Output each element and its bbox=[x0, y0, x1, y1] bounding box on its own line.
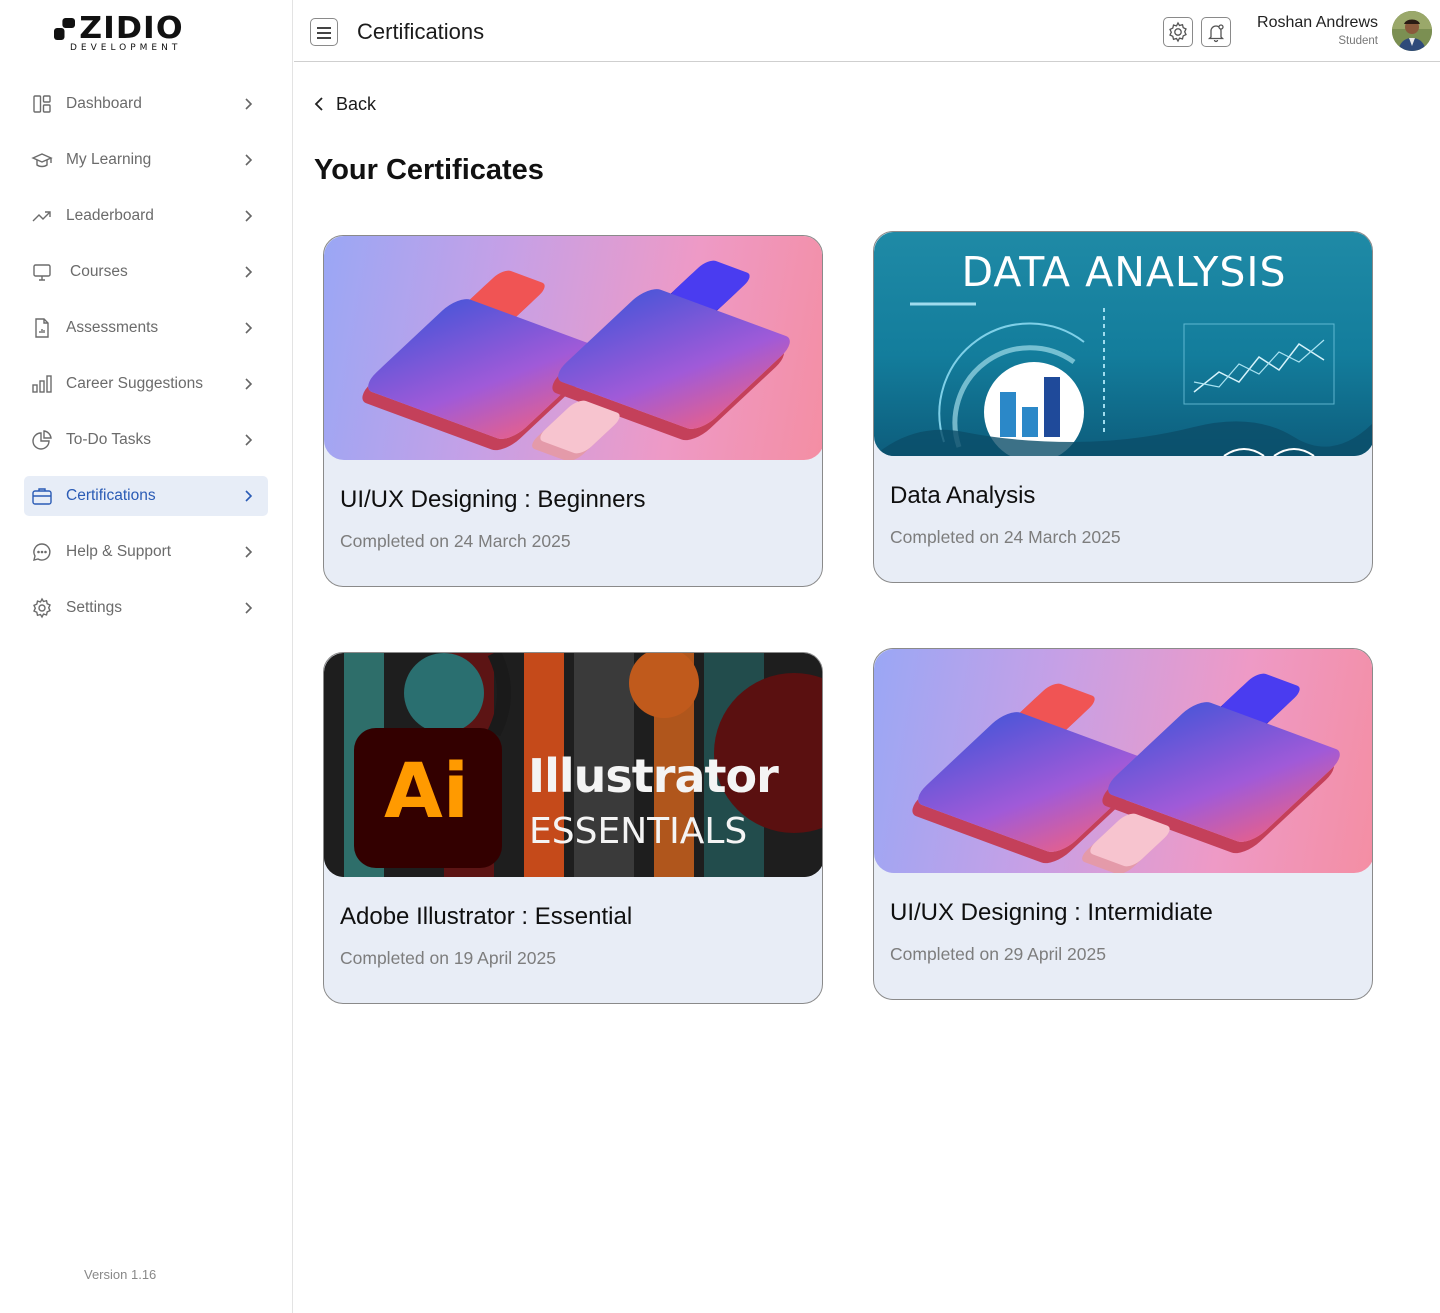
chevron-left-icon bbox=[314, 97, 323, 111]
sidebar-item-label: Dashboard bbox=[66, 95, 142, 112]
certificate-card[interactable]: DATA ANALYSIS Data Analysis Completed on… bbox=[873, 231, 1373, 583]
sidebar-item-leaderboard[interactable]: Leaderboard bbox=[24, 196, 268, 236]
certificate-completed-date: Completed on 24 March 2025 bbox=[890, 527, 1121, 547]
certificate-completed-date: Completed on 19 April 2025 bbox=[340, 948, 556, 968]
sidebar-item-label: My Learning bbox=[66, 151, 152, 168]
section-title: Your Certificates bbox=[314, 154, 544, 186]
logo-text: ZIDIO bbox=[79, 11, 184, 46]
certificate-card[interactable]: Ai Illustrator ESSENTIALS Adobe Illustra… bbox=[323, 652, 823, 1004]
thumbnail-title-text: Illustrator bbox=[528, 749, 779, 803]
logo-subtext: DEVELOPMENT bbox=[70, 43, 182, 53]
trending-up-icon bbox=[32, 211, 51, 222]
certificate-completed-date: Completed on 24 March 2025 bbox=[340, 531, 571, 551]
certificate-completed-date: Completed on 29 April 2025 bbox=[890, 944, 1106, 964]
top-header: Certifications Roshan Andrews Student bbox=[294, 0, 1440, 62]
certificate-thumbnail bbox=[874, 649, 1372, 873]
chevron-right-icon bbox=[245, 378, 253, 390]
document-chart-icon bbox=[35, 318, 49, 338]
certificate-thumbnail: Ai Illustrator ESSENTIALS bbox=[324, 653, 822, 877]
pie-chart-icon bbox=[32, 430, 52, 450]
certificate-thumbnail bbox=[324, 236, 822, 460]
sidebar-item-my-learning[interactable]: My Learning bbox=[24, 140, 268, 180]
graduation-cap-icon bbox=[31, 153, 53, 168]
certificate-title: UI/UX Designing : Beginners bbox=[340, 486, 646, 513]
illustrator-logo-text: Ai bbox=[384, 746, 469, 835]
certificate-title: Data Analysis bbox=[890, 482, 1036, 509]
thumbnail-subtitle-text: ESSENTIALS bbox=[529, 811, 748, 852]
avatar[interactable] bbox=[1392, 11, 1432, 51]
chevron-right-icon bbox=[245, 154, 253, 166]
settings-button[interactable] bbox=[1163, 17, 1193, 47]
chat-bubble-icon bbox=[33, 543, 51, 561]
sidebar-item-career-suggestions[interactable]: Career Suggestions bbox=[24, 364, 268, 404]
sidebar-item-label: Leaderboard bbox=[66, 207, 154, 224]
bar-chart-icon bbox=[32, 375, 52, 393]
chevron-right-icon bbox=[245, 546, 253, 558]
bell-icon bbox=[1207, 24, 1225, 43]
chevron-right-icon bbox=[245, 210, 253, 222]
certificate-card[interactable]: UI/UX Designing : Beginners Completed on… bbox=[323, 235, 823, 587]
briefcase-icon bbox=[32, 488, 52, 505]
sidebar-item-courses[interactable]: Courses bbox=[24, 252, 268, 292]
sidebar-item-settings[interactable]: Settings bbox=[24, 588, 268, 628]
sidebar-item-label: Assessments bbox=[66, 319, 159, 336]
certificate-thumbnail: DATA ANALYSIS bbox=[874, 232, 1372, 456]
certificate-title: UI/UX Designing : Intermidiate bbox=[890, 899, 1213, 926]
hamburger-menu-button[interactable] bbox=[310, 18, 338, 46]
sidebar-item-label: Certifications bbox=[66, 487, 156, 504]
chevron-right-icon bbox=[245, 98, 253, 110]
user-photo-icon bbox=[1392, 11, 1432, 51]
chevron-right-icon bbox=[245, 602, 253, 614]
chevron-right-icon bbox=[245, 490, 253, 502]
back-button[interactable]: Back bbox=[312, 92, 376, 116]
dashboard-icon bbox=[33, 95, 51, 113]
chevron-right-icon bbox=[245, 434, 253, 446]
notifications-button[interactable] bbox=[1201, 17, 1231, 47]
sidebar-item-label: Settings bbox=[66, 599, 123, 616]
sidebar-item-assessments[interactable]: Assessments bbox=[24, 308, 268, 348]
certificate-card[interactable]: UI/UX Designing : Intermidiate Completed… bbox=[873, 648, 1373, 1000]
monitor-icon bbox=[33, 264, 51, 281]
user-name: Roshan Andrews bbox=[1257, 14, 1378, 31]
sidebar-item-to-do-tasks[interactable]: To-Do Tasks bbox=[24, 420, 268, 460]
chevron-right-icon bbox=[245, 322, 253, 334]
sidebar-item-dashboard[interactable]: Dashboard bbox=[24, 84, 268, 124]
gear-icon bbox=[33, 597, 51, 619]
logo-mark-icon bbox=[54, 18, 77, 40]
sidebar-item-certifications[interactable]: Certifications bbox=[24, 476, 268, 516]
sidebar-item-label: To-Do Tasks bbox=[66, 431, 151, 448]
certificate-title: Adobe Illustrator : Essential bbox=[340, 903, 633, 930]
sidebar-item-help-support[interactable]: Help & Support bbox=[24, 532, 268, 572]
version-label: Version 1.16 bbox=[84, 1267, 157, 1282]
back-label: Back bbox=[336, 93, 377, 114]
page-title: Certifications bbox=[357, 19, 485, 44]
zidio-logo[interactable]: ZIDIO DEVELOPMENT bbox=[54, 14, 214, 54]
sidebar-item-label: Courses bbox=[70, 263, 128, 280]
user-role: Student bbox=[1338, 35, 1378, 47]
chevron-right-icon bbox=[245, 266, 253, 278]
sidebar: ZIDIO DEVELOPMENT Dashboard My Learning … bbox=[0, 0, 293, 1313]
gear-icon bbox=[1169, 21, 1187, 43]
sidebar-item-label: Help & Support bbox=[66, 543, 172, 560]
sidebar-item-label: Career Suggestions bbox=[66, 375, 203, 392]
sidebar-nav: Dashboard My Learning Leaderboard Course… bbox=[24, 84, 268, 644]
